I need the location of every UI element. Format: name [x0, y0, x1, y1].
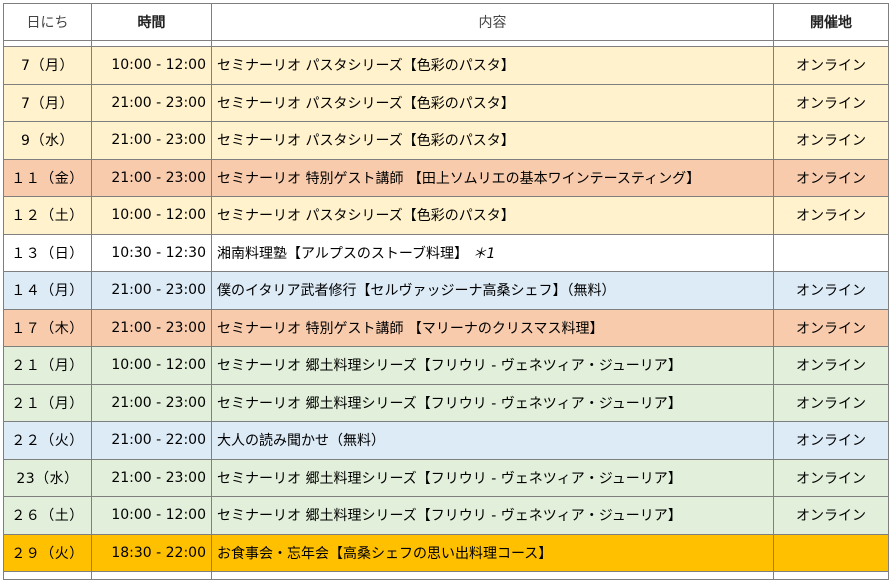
row-time: 10:00 - 12:00	[91, 196, 212, 235]
table-row: １２（土） 10:00 - 12:00 セミナーリオ パスタシリーズ【色彩のパスタ】…	[3, 196, 889, 235]
row-venue: オンライン	[773, 121, 889, 160]
row-time: 10:00 - 12:00	[91, 346, 212, 385]
row-content: セミナーリオ パスタシリーズ【色彩のパスタ】	[211, 83, 774, 122]
row-content-text: セミナーリオ パスタシリーズ【色彩のパスタ】	[217, 133, 515, 150]
row-content: セミナーリオ 郷土料理シリーズ【フリウリ - ヴェネツィア・ジューリア】	[211, 383, 774, 422]
row-content-text: お食事会・忘年会【高桑シェフの思い出料理コース】	[217, 545, 553, 562]
table-row: 7（月） 21:00 - 23:00 セミナーリオ パスタシリーズ【色彩のパスタ】 オ…	[3, 83, 889, 122]
row-date: 7（月）	[3, 46, 92, 85]
row-content: セミナーリオ 郷土料理シリーズ【フリウリ - ヴェネツィア・ジューリア】	[211, 496, 774, 535]
tail-cell	[773, 571, 889, 580]
tail-cell	[91, 571, 212, 580]
row-venue: オンライン	[773, 308, 889, 347]
header-date: 日にち	[3, 3, 92, 41]
row-venue: オンライン	[773, 421, 889, 460]
row-time: 18:30 - 22:00	[91, 533, 212, 572]
row-content-text: セミナーリオ 郷土料理シリーズ【フリウリ - ヴェネツィア・ジューリア】	[217, 470, 682, 487]
row-time: 21:00 - 23:00	[91, 458, 212, 497]
row-venue: オンライン	[773, 83, 889, 122]
row-content: セミナーリオ 特別ゲスト講師 【マリーナのクリスマス料理】	[211, 308, 774, 347]
row-time: 21:00 - 22:00	[91, 421, 212, 460]
row-venue: オンライン	[773, 383, 889, 422]
row-content-text: セミナーリオ 特別ゲスト講師 【マリーナのクリスマス料理】	[217, 320, 604, 337]
row-content: セミナーリオ パスタシリーズ【色彩のパスタ】	[211, 121, 774, 160]
table-row: 23（水） 21:00 - 23:00 セミナーリオ 郷土料理シリーズ【フリウリ -…	[3, 458, 889, 497]
row-content: 大人の読み聞かせ（無料）	[211, 421, 774, 460]
header-row: 日にち 時間 内容 開催地	[3, 3, 889, 41]
row-content-text: セミナーリオ 郷土料理シリーズ【フリウリ - ヴェネツィア・ジューリア】	[217, 395, 682, 412]
row-content-text: 湘南料理塾【アルプスのストーブ料理】	[217, 245, 469, 262]
row-date: １７（木）	[3, 308, 92, 347]
row-date: ２９（火）	[3, 533, 92, 572]
row-venue	[773, 533, 889, 572]
row-content: 僕のイタリア武者修行【セルヴァッジーナ高桑シェフ】（無料）	[211, 271, 774, 310]
tail-cell	[211, 571, 774, 580]
schedule-body: 7（月） 10:00 - 12:00 セミナーリオ パスタシリーズ【色彩のパスタ】オ…	[3, 40, 889, 580]
tail-row	[3, 571, 889, 580]
table-row: ２１（月） 21:00 - 23:00 セミナーリオ 郷土料理シリーズ【フリウリ -…	[3, 383, 889, 422]
row-content-text: 僕のイタリア武者修行【セルヴァッジーナ高桑シェフ】（無料）	[217, 283, 616, 300]
row-date: １２（土）	[3, 196, 92, 235]
header-content: 内容	[211, 3, 774, 41]
row-content: セミナーリオ パスタシリーズ【色彩のパスタ】	[211, 196, 774, 235]
row-content: セミナーリオ パスタシリーズ【色彩のパスタ】	[211, 46, 774, 85]
row-venue: オンライン	[773, 458, 889, 497]
row-venue: オンライン	[773, 46, 889, 85]
table-row: ２１（月） 10:00 - 12:00 セミナーリオ 郷土料理シリーズ【フリウリ -…	[3, 346, 889, 385]
row-content-text: セミナーリオ 郷土料理シリーズ【フリウリ - ヴェネツィア・ジューリア】	[217, 508, 682, 525]
row-content: セミナーリオ 郷土料理シリーズ【フリウリ - ヴェネツィア・ジューリア】	[211, 346, 774, 385]
table-row: 9（水） 21:00 - 23:00 セミナーリオ パスタシリーズ【色彩のパスタ】 オ…	[3, 121, 889, 160]
table-row: ２６（土） 10:00 - 12:00 セミナーリオ 郷土料理シリーズ【フリウリ -…	[3, 496, 889, 535]
header-venue: 開催地	[773, 3, 889, 41]
row-content: セミナーリオ 郷土料理シリーズ【フリウリ - ヴェネツィア・ジューリア】	[211, 458, 774, 497]
row-content-text: 大人の読み聞かせ（無料）	[217, 433, 385, 450]
row-date: ２１（月）	[3, 346, 92, 385]
row-date: 9（水）	[3, 121, 92, 160]
row-date: １４（月）	[3, 271, 92, 310]
row-content: お食事会・忘年会【高桑シェフの思い出料理コース】	[211, 533, 774, 572]
schedule-table: 日にち 時間 内容 開催地 7（月） 10:00 - 12:00 セミナーリオ パス…	[3, 3, 889, 580]
row-time: 21:00 - 23:00	[91, 271, 212, 310]
row-date: 7（月）	[3, 83, 92, 122]
row-date: １１（金）	[3, 158, 92, 197]
row-content: 湘南料理塾【アルプスのストーブ料理】 ＊1	[211, 233, 774, 272]
row-venue	[773, 233, 889, 272]
row-venue: オンライン	[773, 346, 889, 385]
row-time: 21:00 - 23:00	[91, 83, 212, 122]
row-time: 10:30 - 12:30	[91, 233, 212, 272]
row-time: 21:00 - 23:00	[91, 383, 212, 422]
row-venue: オンライン	[773, 496, 889, 535]
row-time: 10:00 - 12:00	[91, 46, 212, 85]
table-row: ２９（火） 18:30 - 22:00 お食事会・忘年会【高桑シェフの思い出料理コー…	[3, 533, 889, 572]
table-row: １１（金） 21:00 - 23:00 セミナーリオ 特別ゲスト講師 【田上ソムリエ…	[3, 158, 889, 197]
row-content-text: セミナーリオ パスタシリーズ【色彩のパスタ】	[217, 208, 515, 225]
row-venue: オンライン	[773, 158, 889, 197]
header-time: 時間	[91, 3, 212, 41]
row-date: ２２（火）	[3, 421, 92, 460]
row-date: ２６（土）	[3, 496, 92, 535]
row-date: ２１（月）	[3, 383, 92, 422]
table-row: ２２（火） 21:00 - 22:00 大人の読み聞かせ（無料） オンライン	[3, 421, 889, 460]
row-content-text: セミナーリオ パスタシリーズ【色彩のパスタ】	[217, 95, 515, 112]
row-time: 21:00 - 23:00	[91, 121, 212, 160]
row-time: 21:00 - 23:00	[91, 158, 212, 197]
row-time: 10:00 - 12:00	[91, 496, 212, 535]
row-venue: オンライン	[773, 196, 889, 235]
row-footnote-mark: ＊1	[472, 245, 496, 262]
table-row: １７（木） 21:00 - 23:00 セミナーリオ 特別ゲスト講師 【マリーナのク…	[3, 308, 889, 347]
row-date: １３（日）	[3, 233, 92, 272]
table-row: １３（日） 10:30 - 12:30 湘南料理塾【アルプスのストーブ料理】 ＊1	[3, 233, 889, 272]
table-row: １４（月） 21:00 - 23:00 僕のイタリア武者修行【セルヴァッジーナ高桑シ…	[3, 271, 889, 310]
row-venue: オンライン	[773, 271, 889, 310]
row-content-text: セミナーリオ 郷土料理シリーズ【フリウリ - ヴェネツィア・ジューリア】	[217, 358, 682, 375]
table-row: 7（月） 10:00 - 12:00 セミナーリオ パスタシリーズ【色彩のパスタ】 オ…	[3, 46, 889, 85]
row-time: 21:00 - 23:00	[91, 308, 212, 347]
row-content-text: セミナーリオ パスタシリーズ【色彩のパスタ】	[217, 58, 515, 75]
row-content-text: セミナーリオ 特別ゲスト講師 【田上ソムリエの基本ワインテースティング】	[217, 170, 701, 187]
row-content: セミナーリオ 特別ゲスト講師 【田上ソムリエの基本ワインテースティング】	[211, 158, 774, 197]
tail-cell	[3, 571, 92, 580]
row-date: 23（水）	[3, 458, 92, 497]
